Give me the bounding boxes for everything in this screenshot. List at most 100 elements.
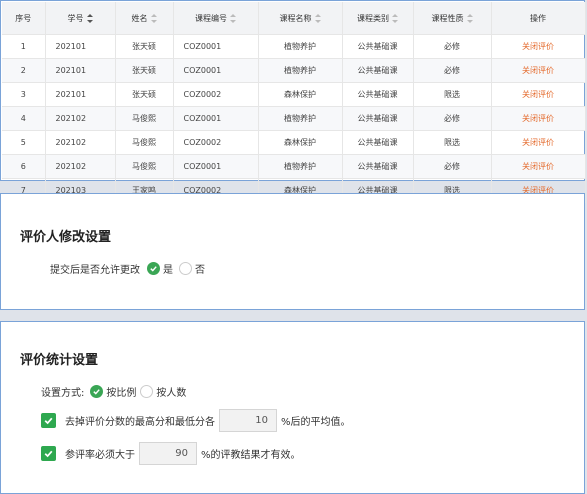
sort-icon[interactable] — [230, 13, 236, 23]
course-table-panel: 序号 学号 姓名 课程编号 课程名称 课程类别 课程性质 操作 1 202101 张… — [0, 0, 586, 203]
close-evaluation-link[interactable]: 关闭评价 — [522, 42, 554, 51]
table-row: 4 202102 马俊熙 COZ0001 植物养护 公共基础课 必修 关闭评价 — [2, 106, 586, 131]
column-header-index: 序号 — [2, 2, 46, 35]
course-name-cell: 植物养护 — [258, 58, 343, 83]
method-label: 设置方式: — [41, 388, 85, 399]
trim-percent-input[interactable] — [219, 409, 277, 432]
course-category-cell: 公共基础课 — [342, 154, 414, 179]
radio-count[interactable] — [140, 385, 154, 398]
allow-change-label: 提交后是否允许更改 — [50, 265, 140, 276]
column-header-course-code[interactable]: 课程编号 — [173, 2, 259, 35]
student-id-cell: 202101 — [45, 82, 116, 107]
sort-icon[interactable] — [86, 13, 93, 23]
sort-icon[interactable] — [392, 13, 398, 23]
evaluator-settings-panel: 评价人修改设置 提交后是否允许更改 是 否 — [0, 193, 585, 310]
course-category-cell: 公共基础课 — [342, 82, 414, 107]
radio-ratio[interactable] — [90, 385, 104, 398]
course-name-cell: 森林保护 — [258, 130, 343, 155]
student-name-cell: 马俊熙 — [115, 106, 174, 131]
column-header-nature[interactable]: 课程性质 — [413, 2, 492, 35]
sort-icon[interactable] — [466, 13, 473, 23]
course-code-cell: COZ0002 — [173, 82, 259, 107]
course-code-cell: COZ0001 — [173, 106, 259, 131]
close-evaluation-link[interactable]: 关闭评价 — [522, 114, 554, 123]
row-index-cell: 3 — [2, 82, 46, 107]
rate-percent-input[interactable] — [139, 442, 197, 465]
table-row: 6 202102 马俊熙 COZ0001 植物养护 公共基础课 必修 关闭评价 — [2, 154, 586, 179]
course-code-cell: COZ0001 — [173, 34, 259, 59]
student-id-cell: 202101 — [45, 34, 116, 59]
course-nature-cell: 限选 — [413, 82, 492, 107]
row-index-cell: 6 — [2, 154, 46, 179]
student-name-cell: 马俊熙 — [115, 130, 174, 155]
trim-row: 去掉评价分数的最高分和最低分各 %后的平均值。 — [41, 409, 351, 432]
close-evaluation-link[interactable]: 关闭评价 — [522, 66, 554, 75]
student-id-cell: 202102 — [45, 154, 116, 179]
course-name-cell: 森林保护 — [258, 82, 343, 107]
radio-count-label[interactable]: 按人数 — [156, 384, 186, 399]
course-code-cell: COZ0001 — [173, 154, 259, 179]
student-id-cell: 202101 — [45, 58, 116, 83]
table-row: 2 202101 张天硕 COZ0001 植物养护 公共基础课 必修 关闭评价 — [2, 58, 586, 83]
check-icon — [44, 450, 53, 458]
sort-icon[interactable] — [150, 13, 157, 23]
rate-suffix-text: %的评教结果才有效。 — [201, 450, 301, 461]
column-header-course-name[interactable]: 课程名称 — [258, 2, 343, 35]
student-name-cell: 张天硕 — [115, 82, 174, 107]
column-header-name[interactable]: 姓名 — [115, 2, 174, 35]
rate-prefix-text: 参评率必须大于 — [65, 450, 135, 461]
stats-settings-title: 评价统计设置 — [20, 353, 99, 368]
course-category-cell: 公共基础课 — [342, 130, 414, 155]
trim-checkbox[interactable] — [41, 413, 56, 428]
table-row: 1 202101 张天硕 COZ0001 植物养护 公共基础课 必修 关闭评价 — [2, 34, 586, 59]
method-row: 设置方式: 按比例 按人数 — [41, 384, 186, 399]
radio-yes[interactable] — [147, 262, 160, 275]
action-cell: 关闭评价 — [490, 154, 586, 179]
course-code-cell: COZ0001 — [173, 58, 259, 83]
trim-prefix-text: 去掉评价分数的最高分和最低分各 — [65, 417, 215, 428]
table-row: 3 202101 张天硕 COZ0002 森林保护 公共基础课 限选 关闭评价 — [2, 82, 586, 107]
course-nature-cell: 必修 — [413, 154, 492, 179]
course-nature-cell: 必修 — [413, 58, 492, 83]
column-header-student-id[interactable]: 学号 — [45, 2, 116, 35]
row-index-cell: 1 — [2, 34, 46, 59]
stats-settings-panel: 评价统计设置 设置方式: 按比例 按人数 去掉评价分数的最高分和最低分各 %后的… — [0, 321, 585, 494]
radio-no[interactable] — [179, 262, 192, 275]
action-cell: 关闭评价 — [490, 58, 586, 83]
close-evaluation-link[interactable]: 关闭评价 — [522, 162, 554, 171]
rate-row: 参评率必须大于 %的评教结果才有效。 — [41, 442, 301, 465]
column-header-action: 操作 — [490, 2, 586, 35]
check-icon — [93, 389, 101, 395]
rate-checkbox[interactable] — [41, 446, 56, 461]
check-icon — [44, 417, 53, 425]
course-category-cell: 公共基础课 — [342, 58, 414, 83]
row-index-cell: 2 — [2, 58, 46, 83]
trim-suffix-text: %后的平均值。 — [281, 417, 351, 428]
sort-icon[interactable] — [314, 13, 321, 23]
course-nature-cell: 必修 — [413, 106, 492, 131]
course-nature-cell: 限选 — [413, 130, 492, 155]
student-id-cell: 202102 — [45, 130, 116, 155]
action-cell: 关闭评价 — [490, 130, 586, 155]
action-cell: 关闭评价 — [490, 34, 586, 59]
student-id-cell: 202102 — [45, 106, 116, 131]
student-name-cell: 张天硕 — [115, 34, 174, 59]
table-header-row: 序号 学号 姓名 课程编号 课程名称 课程类别 课程性质 操作 — [2, 2, 586, 35]
radio-no-label[interactable]: 否 — [195, 261, 205, 276]
table-row: 5 202102 马俊熙 COZ0002 森林保护 公共基础课 限选 关闭评价 — [2, 130, 586, 155]
action-cell: 关闭评价 — [490, 106, 586, 131]
course-name-cell: 植物养护 — [258, 154, 343, 179]
course-name-cell: 植物养护 — [258, 34, 343, 59]
course-code-cell: COZ0002 — [173, 130, 259, 155]
student-name-cell: 马俊熙 — [115, 154, 174, 179]
course-table: 序号 学号 姓名 课程编号 课程名称 课程类别 课程性质 操作 1 202101 张… — [2, 2, 586, 203]
radio-yes-label[interactable]: 是 — [163, 261, 173, 276]
close-evaluation-link[interactable]: 关闭评价 — [522, 138, 554, 147]
column-header-category[interactable]: 课程类别 — [342, 2, 414, 35]
course-category-cell: 公共基础课 — [342, 106, 414, 131]
close-evaluation-link[interactable]: 关闭评价 — [522, 90, 554, 99]
allow-change-row: 提交后是否允许更改 是 否 — [50, 261, 205, 276]
radio-ratio-label[interactable]: 按比例 — [106, 384, 136, 399]
row-index-cell: 4 — [2, 106, 46, 131]
row-index-cell: 5 — [2, 130, 46, 155]
